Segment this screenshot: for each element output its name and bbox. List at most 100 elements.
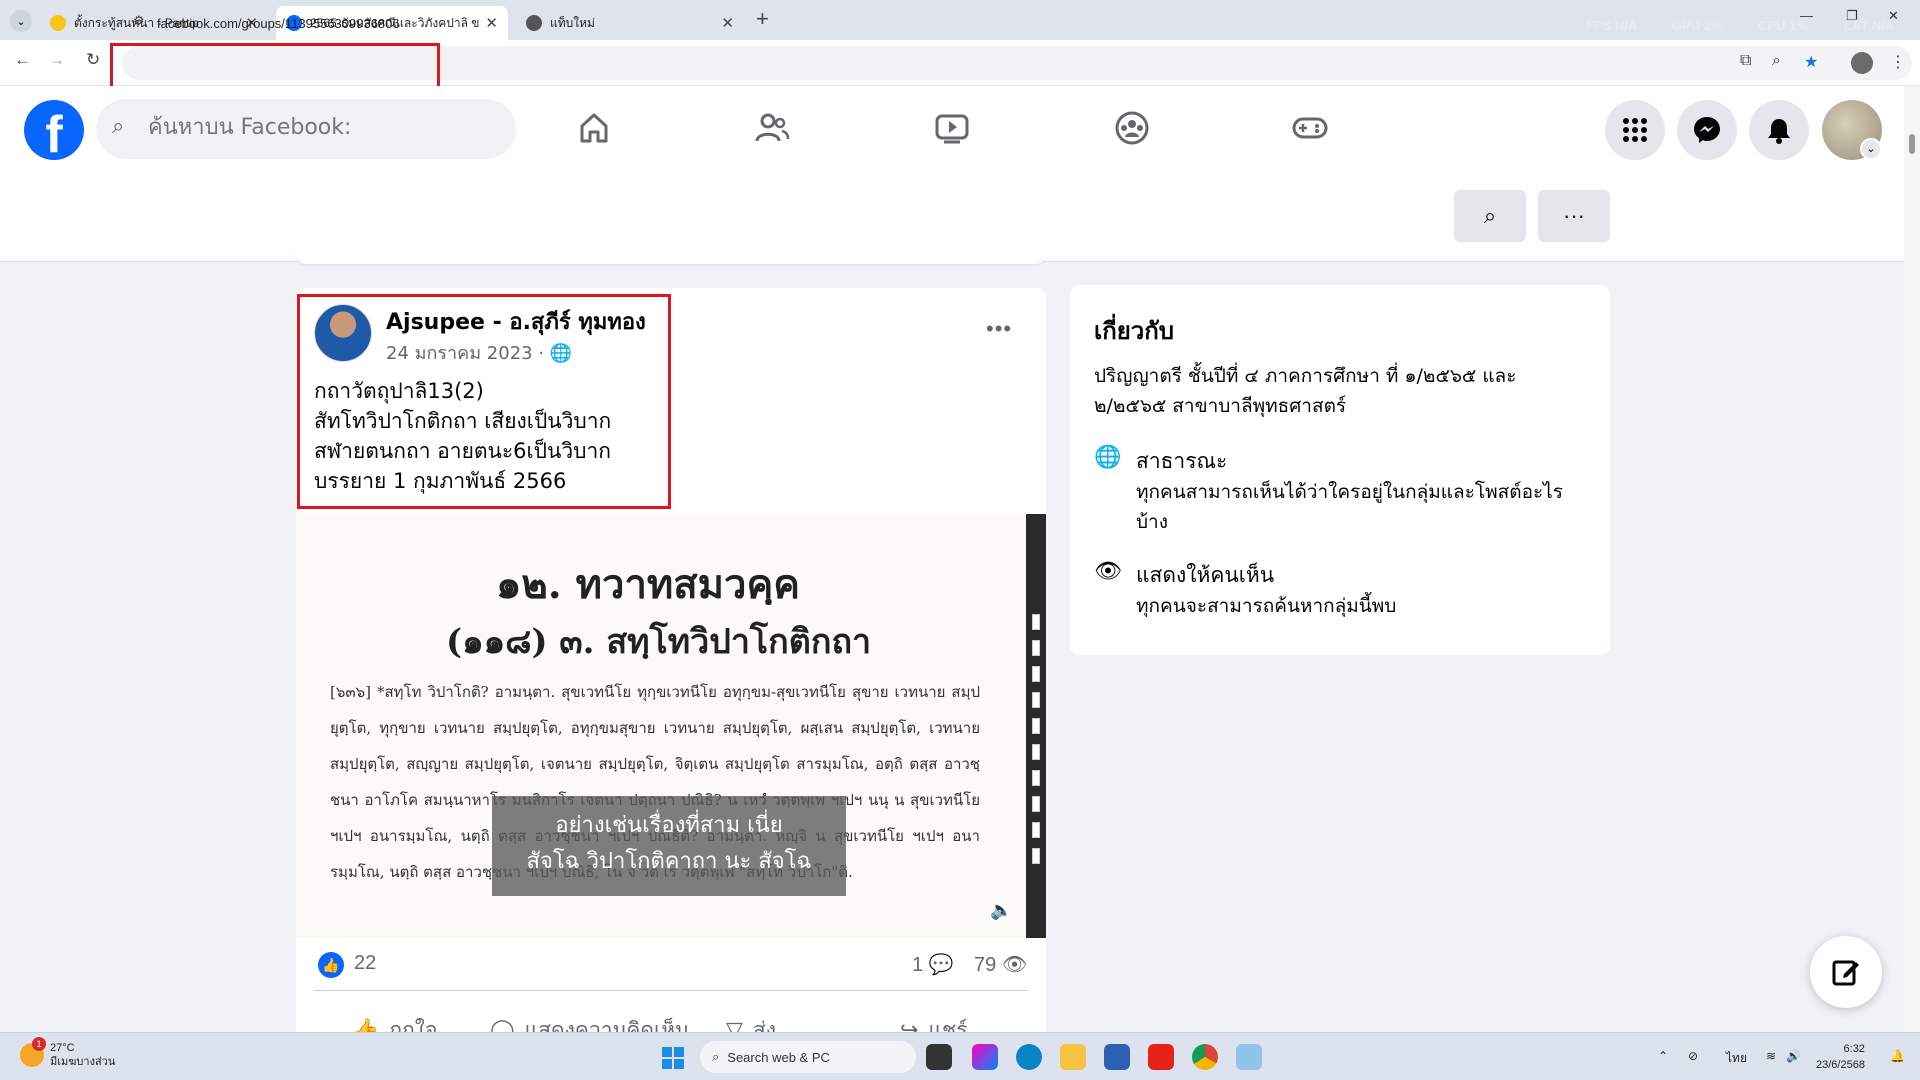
file-explorer-icon[interactable] [1060,1044,1086,1070]
back-arrow-icon[interactable]: ← [14,50,31,70]
more-dots-icon: ··· [1563,203,1585,228]
url-text[interactable]: facebook.com/groups/1139556309936806 [157,16,400,31]
system-clock[interactable]: 6:32 23/6/2568 [1816,1041,1865,1073]
reaction-count[interactable]: 22 [354,952,376,975]
scan-subheading: (๑๑๘) ๓. สทฺโทวิปาโกติกถา [446,622,872,662]
highlight-box-post-header [297,294,671,509]
weather-badge: 1 [32,1037,46,1051]
wifi-icon[interactable]: ≋ [1766,1049,1776,1063]
chrome-icon[interactable] [1192,1044,1218,1070]
eye-icon: 👁 [1094,559,1122,584]
group-search-button[interactable]: ⌕ [1454,190,1526,242]
strip-marker [1032,692,1040,708]
weather-temp: 27°C [50,1042,75,1054]
taskbar-search[interactable]: ⌕ Search web & PC [700,1041,916,1073]
clock-date: 23/6/2568 [1816,1059,1865,1071]
post-video[interactable]: ๑๒. ทวาทสมวคฺค (๑๑๘) ๓. สทฺโทวิปาโกติกถา… [296,514,1046,938]
page-scrollbar[interactable] [1904,86,1920,1032]
previous-card-edge [296,250,1046,264]
strip-marker [1032,666,1040,682]
video-side-strip [1026,514,1046,938]
youtube-icon[interactable] [1148,1044,1174,1070]
view-count: 79 👁 [974,954,1028,976]
network-off-icon[interactable]: ⊘ [1688,1049,1698,1063]
facebook-logo[interactable]: f [24,100,84,164]
scrollbar-thumb[interactable] [1909,134,1915,154]
strip-marker [1032,744,1040,760]
language-indicator[interactable]: ไทย [1726,1049,1747,1068]
new-post-button[interactable] [1810,936,1882,1008]
pantip-favicon-icon [50,15,66,31]
eye-icon: 👁 [1001,954,1028,976]
new-tab-plus-icon[interactable]: + [756,6,769,32]
paint-icon[interactable] [1236,1044,1262,1070]
subtitle-line: สัจโฉ วิปาโกติคาถา นะ สัจโฉ [526,849,812,874]
post-options-icon[interactable]: ••• [986,316,1012,342]
about-title: เกี่ยวกับ [1094,317,1175,345]
messenger-button[interactable] [1677,100,1737,160]
task-view-icon[interactable] [926,1044,952,1070]
windows-start-icon[interactable] [662,1047,684,1069]
grid-menu-icon [1623,118,1647,142]
weather-desc: มีเมฆบางส่วน [50,1056,116,1068]
volume-icon[interactable]: 🔊 [1786,1049,1801,1063]
install-app-icon[interactable]: ⧉ [1740,52,1751,70]
chevron-down-icon[interactable]: ⌄ [1860,138,1882,160]
chrome-menu-icon[interactable]: ⋮ [1890,52,1906,72]
notification-center-icon[interactable]: 🔔 [1890,1049,1905,1063]
reload-icon[interactable]: ↻ [86,50,100,70]
home-icon[interactable] [574,108,614,148]
comment-count[interactable]: 1 💬 [912,952,954,977]
friends-icon[interactable] [752,108,792,148]
edge-icon[interactable] [1016,1044,1042,1070]
browser-tab-new[interactable]: แท็บใหม่ ✕ [516,6,744,40]
groups-icon[interactable] [1112,108,1152,148]
facebook-search-box[interactable]: ⌕ [96,99,516,159]
facebook-search-input[interactable] [148,115,488,140]
group-more-button[interactable]: ··· [1538,190,1610,242]
messenger-icon [1694,117,1720,143]
bell-icon [1768,119,1790,144]
video-icon[interactable] [932,108,972,148]
strip-marker [1032,796,1040,812]
close-tab-icon[interactable]: ✕ [485,14,498,32]
minimize-icon[interactable]: — [1800,8,1813,23]
strip-marker [1032,614,1040,630]
weather-widget[interactable]: 1 27°C มีเมฆบางส่วน [20,1037,116,1069]
divider [314,990,1028,991]
bookmark-star-icon[interactable]: ★ [1804,52,1818,72]
visibility-description: ทุกคนจะสามารถค้นหากลุ่มนี้พบ [1136,595,1397,617]
strip-marker [1032,770,1040,786]
menu-grid-button[interactable] [1605,100,1665,160]
video-subtitle: อย่างเช่นเรื่องที่สาม เนี่ย สัจโฉ วิปาโก… [492,796,846,896]
search-icon: ⌕ [112,113,125,138]
zoom-icon[interactable]: ⌕ [1772,52,1781,70]
browser-profile-avatar[interactable] [1851,52,1873,74]
strip-marker [1032,640,1040,656]
strip-marker [1032,848,1040,864]
strip-marker [1032,718,1040,734]
highlight-box-url [110,43,440,92]
notifications-button[interactable] [1749,100,1809,160]
store-icon[interactable] [1104,1044,1130,1070]
scan-heading: ๑๒. ทวาทสมวคฺค [496,561,801,608]
tab-title: แท็บใหม่ [550,15,595,30]
visibility-title: แสดงให้คนเห็น [1136,563,1275,587]
close-window-icon[interactable]: ✕ [1888,8,1899,24]
facebook-top-nav: f ⌕ ค้นหาบน Facebook: ⌄ [0,86,1904,172]
tray-chevron-icon[interactable]: ⌃ [1658,1049,1668,1063]
forward-arrow-icon[interactable]: → [48,50,65,70]
chrome-favicon-icon [526,15,542,31]
mute-icon[interactable]: 🔈 [990,900,1012,921]
gaming-icon[interactable] [1290,108,1330,148]
group-subheader: ⌕ ··· [0,172,1904,262]
taskbar-search-placeholder: Search web & PC [727,1049,830,1065]
tab-search-chevron-icon[interactable]: ⌄ [10,10,32,32]
copilot-icon[interactable] [972,1044,998,1070]
fps-overlay: FPS N/A [1586,18,1638,33]
like-reaction-icon[interactable]: 👍 [318,952,344,978]
close-tab-icon[interactable]: ✕ [721,14,734,32]
restore-icon[interactable]: ❐ [1846,8,1858,24]
compose-icon [1832,960,1859,986]
site-settings-icon[interactable]: ⚙ [133,13,145,29]
